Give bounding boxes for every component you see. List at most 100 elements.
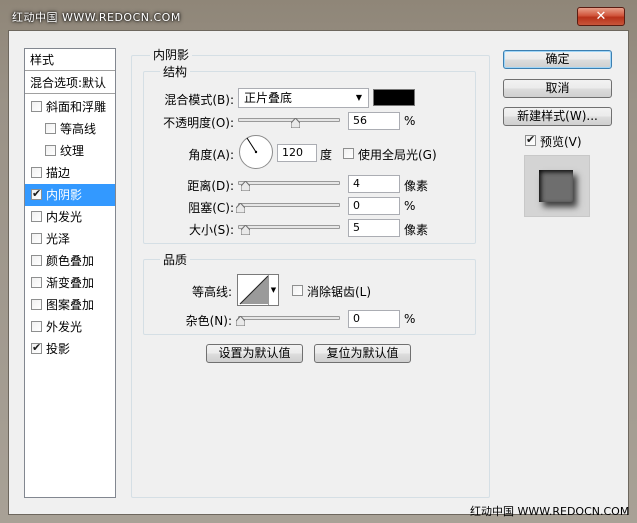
style-item-bevel-emboss[interactable]: 斜面和浮雕 bbox=[25, 96, 115, 118]
distance-input[interactable]: 4 bbox=[348, 175, 400, 193]
style-item-gradient-overlay[interactable]: 渐变叠加 bbox=[25, 272, 115, 294]
gradient-overlay-checkbox[interactable] bbox=[31, 277, 42, 288]
style-item-color-overlay[interactable]: 颜色叠加 bbox=[25, 250, 115, 272]
angle-label: 角度(A): bbox=[188, 148, 234, 162]
distance-label: 距离(D): bbox=[187, 179, 234, 193]
checkmark-icon: ✔ bbox=[32, 341, 42, 354]
style-item-inner-shadow[interactable]: ✔ 内阴影 bbox=[25, 184, 115, 206]
opacity-unit: % bbox=[404, 114, 416, 128]
style-item-label: 内阴影 bbox=[46, 188, 83, 202]
anti-alias-label: 消除锯齿(L) bbox=[307, 285, 372, 299]
noise-slider-thumb[interactable] bbox=[236, 316, 245, 326]
choke-slider[interactable] bbox=[238, 203, 340, 207]
opacity-slider[interactable] bbox=[238, 118, 340, 122]
set-default-button[interactable]: 设置为默认值 bbox=[206, 344, 303, 363]
preview-square bbox=[539, 170, 573, 202]
contour-dropdown-arrow-icon[interactable]: ▼ bbox=[268, 275, 278, 305]
noise-input[interactable]: 0 bbox=[348, 310, 400, 328]
blend-mode-label: 混合模式(B): bbox=[164, 93, 234, 107]
style-item-contour[interactable]: 等高线 bbox=[25, 118, 115, 140]
contour-picker[interactable]: ▼ bbox=[237, 274, 279, 306]
angle-dial[interactable] bbox=[238, 134, 274, 170]
style-item-label: 纹理 bbox=[60, 144, 85, 158]
satin-checkbox[interactable] bbox=[31, 233, 42, 244]
close-icon: ✕ bbox=[595, 9, 607, 24]
choke-unit: % bbox=[404, 199, 416, 213]
distance-slider-thumb[interactable] bbox=[241, 181, 250, 191]
global-light-checkbox[interactable] bbox=[343, 148, 354, 159]
dropdown-arrow-icon: ▼ bbox=[355, 93, 362, 102]
size-slider-thumb[interactable] bbox=[241, 225, 250, 235]
global-light-label: 使用全局光(G) bbox=[358, 148, 437, 162]
style-item-inner-glow[interactable]: 内发光 bbox=[25, 206, 115, 228]
size-slider[interactable] bbox=[238, 225, 340, 229]
pattern-overlay-checkbox[interactable] bbox=[31, 299, 42, 310]
noise-slider[interactable] bbox=[238, 316, 340, 320]
size-unit: 像素 bbox=[404, 223, 429, 237]
ok-button[interactable]: 确定 bbox=[503, 50, 612, 69]
drop-shadow-checkbox[interactable]: ✔ bbox=[31, 341, 42, 354]
size-label: 大小(S): bbox=[188, 223, 234, 237]
outer-glow-checkbox[interactable] bbox=[31, 321, 42, 332]
inner-shadow-section-title: 内阴影 bbox=[150, 46, 193, 63]
anti-alias-checkbox[interactable] bbox=[292, 285, 303, 296]
distance-unit: 像素 bbox=[404, 179, 429, 193]
structure-title: 结构 bbox=[160, 63, 191, 80]
preview-checkbox[interactable]: ✔ bbox=[525, 133, 536, 146]
styles-list-title[interactable]: 样式 bbox=[25, 49, 115, 71]
choke-input[interactable]: 0 bbox=[348, 197, 400, 215]
new-style-button[interactable]: 新建样式(W)... bbox=[503, 107, 612, 126]
style-item-label: 描边 bbox=[46, 166, 71, 180]
title-bar[interactable]: 红动中国 WWW.REDOCN.COM ✕ bbox=[0, 0, 637, 30]
noise-label: 杂色(N): bbox=[185, 314, 232, 328]
slider-thumb-icon bbox=[241, 225, 250, 235]
bevel-emboss-checkbox[interactable] bbox=[31, 101, 42, 112]
angle-unit: 度 bbox=[320, 148, 333, 162]
contour-checkbox[interactable] bbox=[45, 123, 56, 134]
style-item-satin[interactable]: 光泽 bbox=[25, 228, 115, 250]
opacity-input[interactable]: 56 bbox=[348, 112, 400, 130]
style-item-label: 等高线 bbox=[60, 122, 97, 136]
slider-thumb-icon bbox=[241, 181, 250, 191]
reset-default-button[interactable]: 复位为默认值 bbox=[314, 344, 411, 363]
styles-list: 样式 混合选项:默认 斜面和浮雕 等高线 纹理 描边 ✔ 内阴影 内发光 光泽 … bbox=[24, 48, 116, 498]
style-item-drop-shadow[interactable]: ✔ 投影 bbox=[25, 338, 115, 360]
close-button[interactable]: ✕ bbox=[577, 7, 625, 26]
style-item-texture[interactable]: 纹理 bbox=[25, 140, 115, 162]
style-item-label: 投影 bbox=[46, 342, 71, 356]
style-item-outer-glow[interactable]: 外发光 bbox=[25, 316, 115, 338]
angle-input[interactable]: 120 bbox=[277, 144, 317, 162]
opacity-label: 不透明度(O): bbox=[163, 116, 234, 130]
opacity-slider-thumb[interactable] bbox=[291, 118, 300, 128]
stroke-checkbox[interactable] bbox=[31, 167, 42, 178]
inner-glow-checkbox[interactable] bbox=[31, 211, 42, 222]
checkmark-icon: ✔ bbox=[526, 133, 536, 146]
contour-curve-icon bbox=[239, 275, 269, 305]
quality-title: 品质 bbox=[160, 251, 191, 268]
blending-options-item[interactable]: 混合选项:默认 bbox=[25, 72, 115, 94]
style-item-label: 光泽 bbox=[46, 232, 71, 246]
style-item-label: 颜色叠加 bbox=[46, 254, 95, 268]
style-item-label: 内发光 bbox=[46, 210, 83, 224]
slider-thumb-icon bbox=[236, 203, 245, 213]
blend-mode-select[interactable]: 正片叠底 ▼ bbox=[238, 88, 369, 108]
distance-slider[interactable] bbox=[238, 181, 340, 185]
style-item-label: 斜面和浮雕 bbox=[46, 100, 107, 114]
cancel-button[interactable]: 取消 bbox=[503, 79, 612, 98]
style-preview-thumbnail bbox=[524, 155, 590, 217]
style-item-label: 图案叠加 bbox=[46, 298, 95, 312]
style-item-stroke[interactable]: 描边 bbox=[25, 162, 115, 184]
watermark: 红动中国 WWW.REDOCN.COM bbox=[470, 505, 630, 518]
choke-label: 阻塞(C): bbox=[188, 201, 234, 215]
slider-thumb-icon bbox=[236, 316, 245, 326]
style-item-label: 渐变叠加 bbox=[46, 276, 95, 290]
slider-thumb-icon bbox=[291, 118, 300, 128]
shadow-color-swatch[interactable] bbox=[373, 89, 415, 106]
color-overlay-checkbox[interactable] bbox=[31, 255, 42, 266]
inner-shadow-checkbox[interactable]: ✔ bbox=[31, 187, 42, 200]
size-input[interactable]: 5 bbox=[348, 219, 400, 237]
choke-slider-thumb[interactable] bbox=[236, 203, 245, 213]
window-title: 红动中国 WWW.REDOCN.COM bbox=[12, 11, 181, 24]
style-item-pattern-overlay[interactable]: 图案叠加 bbox=[25, 294, 115, 316]
texture-checkbox[interactable] bbox=[45, 145, 56, 156]
